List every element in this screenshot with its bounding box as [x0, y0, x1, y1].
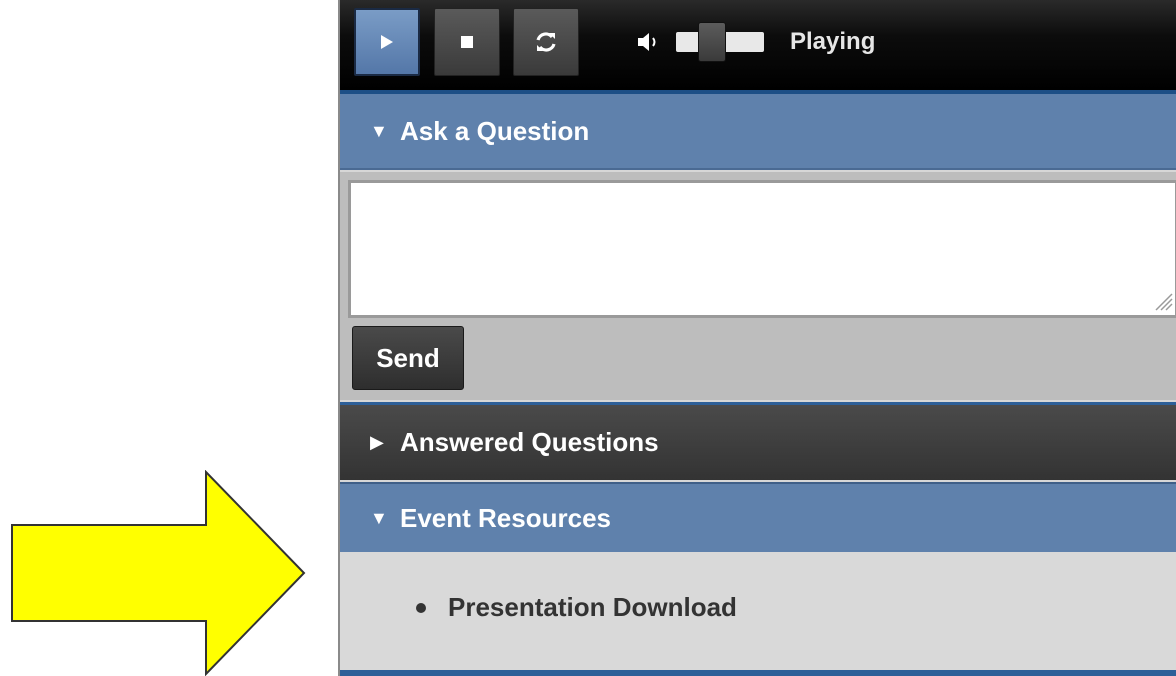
refresh-button[interactable] [513, 8, 579, 76]
refresh-icon [536, 32, 556, 52]
play-icon [381, 35, 393, 49]
ask-question-header[interactable]: ▼ Ask a Question [340, 94, 1176, 170]
send-button[interactable]: Send [352, 326, 464, 390]
panel-bottom-border [340, 670, 1176, 676]
speaker-icon[interactable] [636, 30, 666, 54]
stop-button[interactable] [434, 8, 500, 76]
resize-grip-icon[interactable] [1150, 288, 1174, 312]
event-resources-title: Event Resources [400, 502, 611, 533]
annotation-arrow-icon [11, 470, 306, 676]
resource-list: Presentation Download [416, 592, 737, 623]
bullet-icon [416, 602, 426, 613]
presentation-download-link[interactable]: Presentation Download [448, 592, 737, 623]
player-panel: Playing ▼ Ask a Question Send ▶ Answered… [338, 0, 1176, 676]
stop-icon [461, 36, 473, 48]
answered-questions-header[interactable]: ▶ Answered Questions [340, 402, 1176, 480]
chevron-down-icon: ▼ [370, 507, 388, 528]
play-button[interactable] [354, 8, 420, 76]
screenshot-stage: Playing ▼ Ask a Question Send ▶ Answered… [0, 0, 1176, 676]
event-resources-body: Presentation Download [340, 552, 1176, 670]
list-item: Presentation Download [416, 592, 737, 623]
event-resources-header[interactable]: ▼ Event Resources [340, 482, 1176, 552]
question-input[interactable] [348, 180, 1176, 318]
playback-status: Playing [790, 28, 876, 55]
answered-questions-title: Answered Questions [400, 427, 659, 457]
volume-slider-handle[interactable] [698, 22, 726, 62]
ask-question-title: Ask a Question [400, 115, 590, 146]
player-toolbar: Playing [340, 0, 1176, 94]
chevron-right-icon: ▶ [370, 432, 384, 452]
chevron-down-icon: ▼ [370, 120, 388, 141]
